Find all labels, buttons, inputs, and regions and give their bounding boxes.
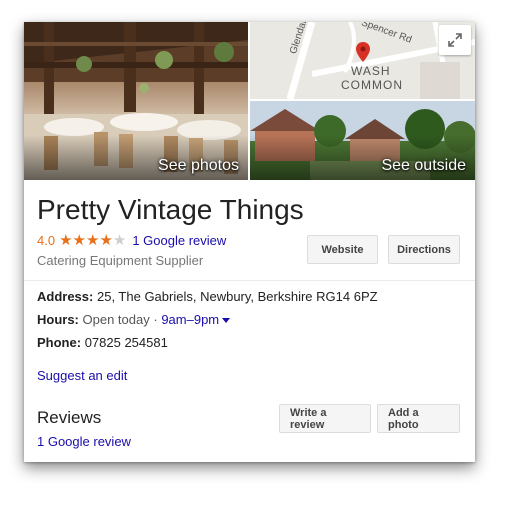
knowledge-panel: See photos Glendale Av Spencer Rd WASH C… xyxy=(24,22,475,462)
rating-value: 4.0 xyxy=(37,233,56,248)
map-area-line-2: COMMON xyxy=(341,78,403,92)
star-icon: ★ xyxy=(72,232,86,249)
address-value: 25, The Gabriels, Newbury, Berkshire RG1… xyxy=(96,289,378,304)
star-empty-icon: ★ xyxy=(112,232,127,249)
hours-value: 9am–9pm xyxy=(161,312,220,327)
see-photos-label[interactable]: See photos xyxy=(158,157,239,175)
hours-label: Hours: xyxy=(37,312,79,327)
google-review-link[interactable]: 1 Google review xyxy=(132,233,226,248)
business-name: Pretty Vintage Things xyxy=(37,194,304,225)
phone-value[interactable]: 07825 254581 xyxy=(85,335,168,350)
reviews-count-link[interactable]: 1 Google review xyxy=(37,434,131,449)
phone-label: Phone: xyxy=(37,335,82,350)
star-icon: ★ xyxy=(85,232,100,249)
rating-row: 4.0 ★ ★ ★ ★ ★ 1 Google review xyxy=(37,233,226,248)
photos-thumbnail[interactable]: See photos xyxy=(24,22,248,180)
hours-status: Open today xyxy=(82,312,150,327)
star-icon: ★ xyxy=(99,232,113,249)
website-button[interactable]: Website xyxy=(307,235,378,264)
suggest-edit-link[interactable]: Suggest an edit xyxy=(37,368,127,383)
caret-down-icon xyxy=(222,318,231,324)
address-row: Address: 25, The Gabriels, Newbury, Berk… xyxy=(37,289,378,304)
reviews-heading: Reviews xyxy=(37,408,102,427)
map-area-line-1: WASH xyxy=(351,64,391,78)
expand-map-button[interactable] xyxy=(439,25,471,55)
hours-dropdown[interactable]: 9am–9pm xyxy=(161,312,231,327)
address-label: Address: xyxy=(37,289,94,304)
street-view-thumbnail[interactable]: See outside xyxy=(250,101,475,180)
add-photo-button[interactable]: Add a photo xyxy=(377,404,460,433)
expand-icon xyxy=(448,33,462,47)
business-category: Catering Equipment Supplier xyxy=(37,253,204,268)
directions-button[interactable]: Directions xyxy=(388,235,460,264)
star-icon: ★ xyxy=(59,232,73,249)
star-rating: ★ ★ ★ ★ ★ xyxy=(59,232,127,249)
write-review-button[interactable]: Write a review xyxy=(279,404,371,433)
phone-row: Phone: 07825 254581 xyxy=(37,335,168,350)
see-outside-label[interactable]: See outside xyxy=(381,157,466,175)
divider xyxy=(24,280,475,281)
hero-images: See photos Glendale Av Spencer Rd WASH C… xyxy=(24,22,475,180)
hours-separator: · xyxy=(153,312,158,327)
map-pin-icon xyxy=(356,42,370,62)
map-thumbnail[interactable]: Glendale Av Spencer Rd WASH COMMON xyxy=(250,22,475,99)
hours-row: Hours: Open today · 9am–9pm xyxy=(37,312,231,327)
